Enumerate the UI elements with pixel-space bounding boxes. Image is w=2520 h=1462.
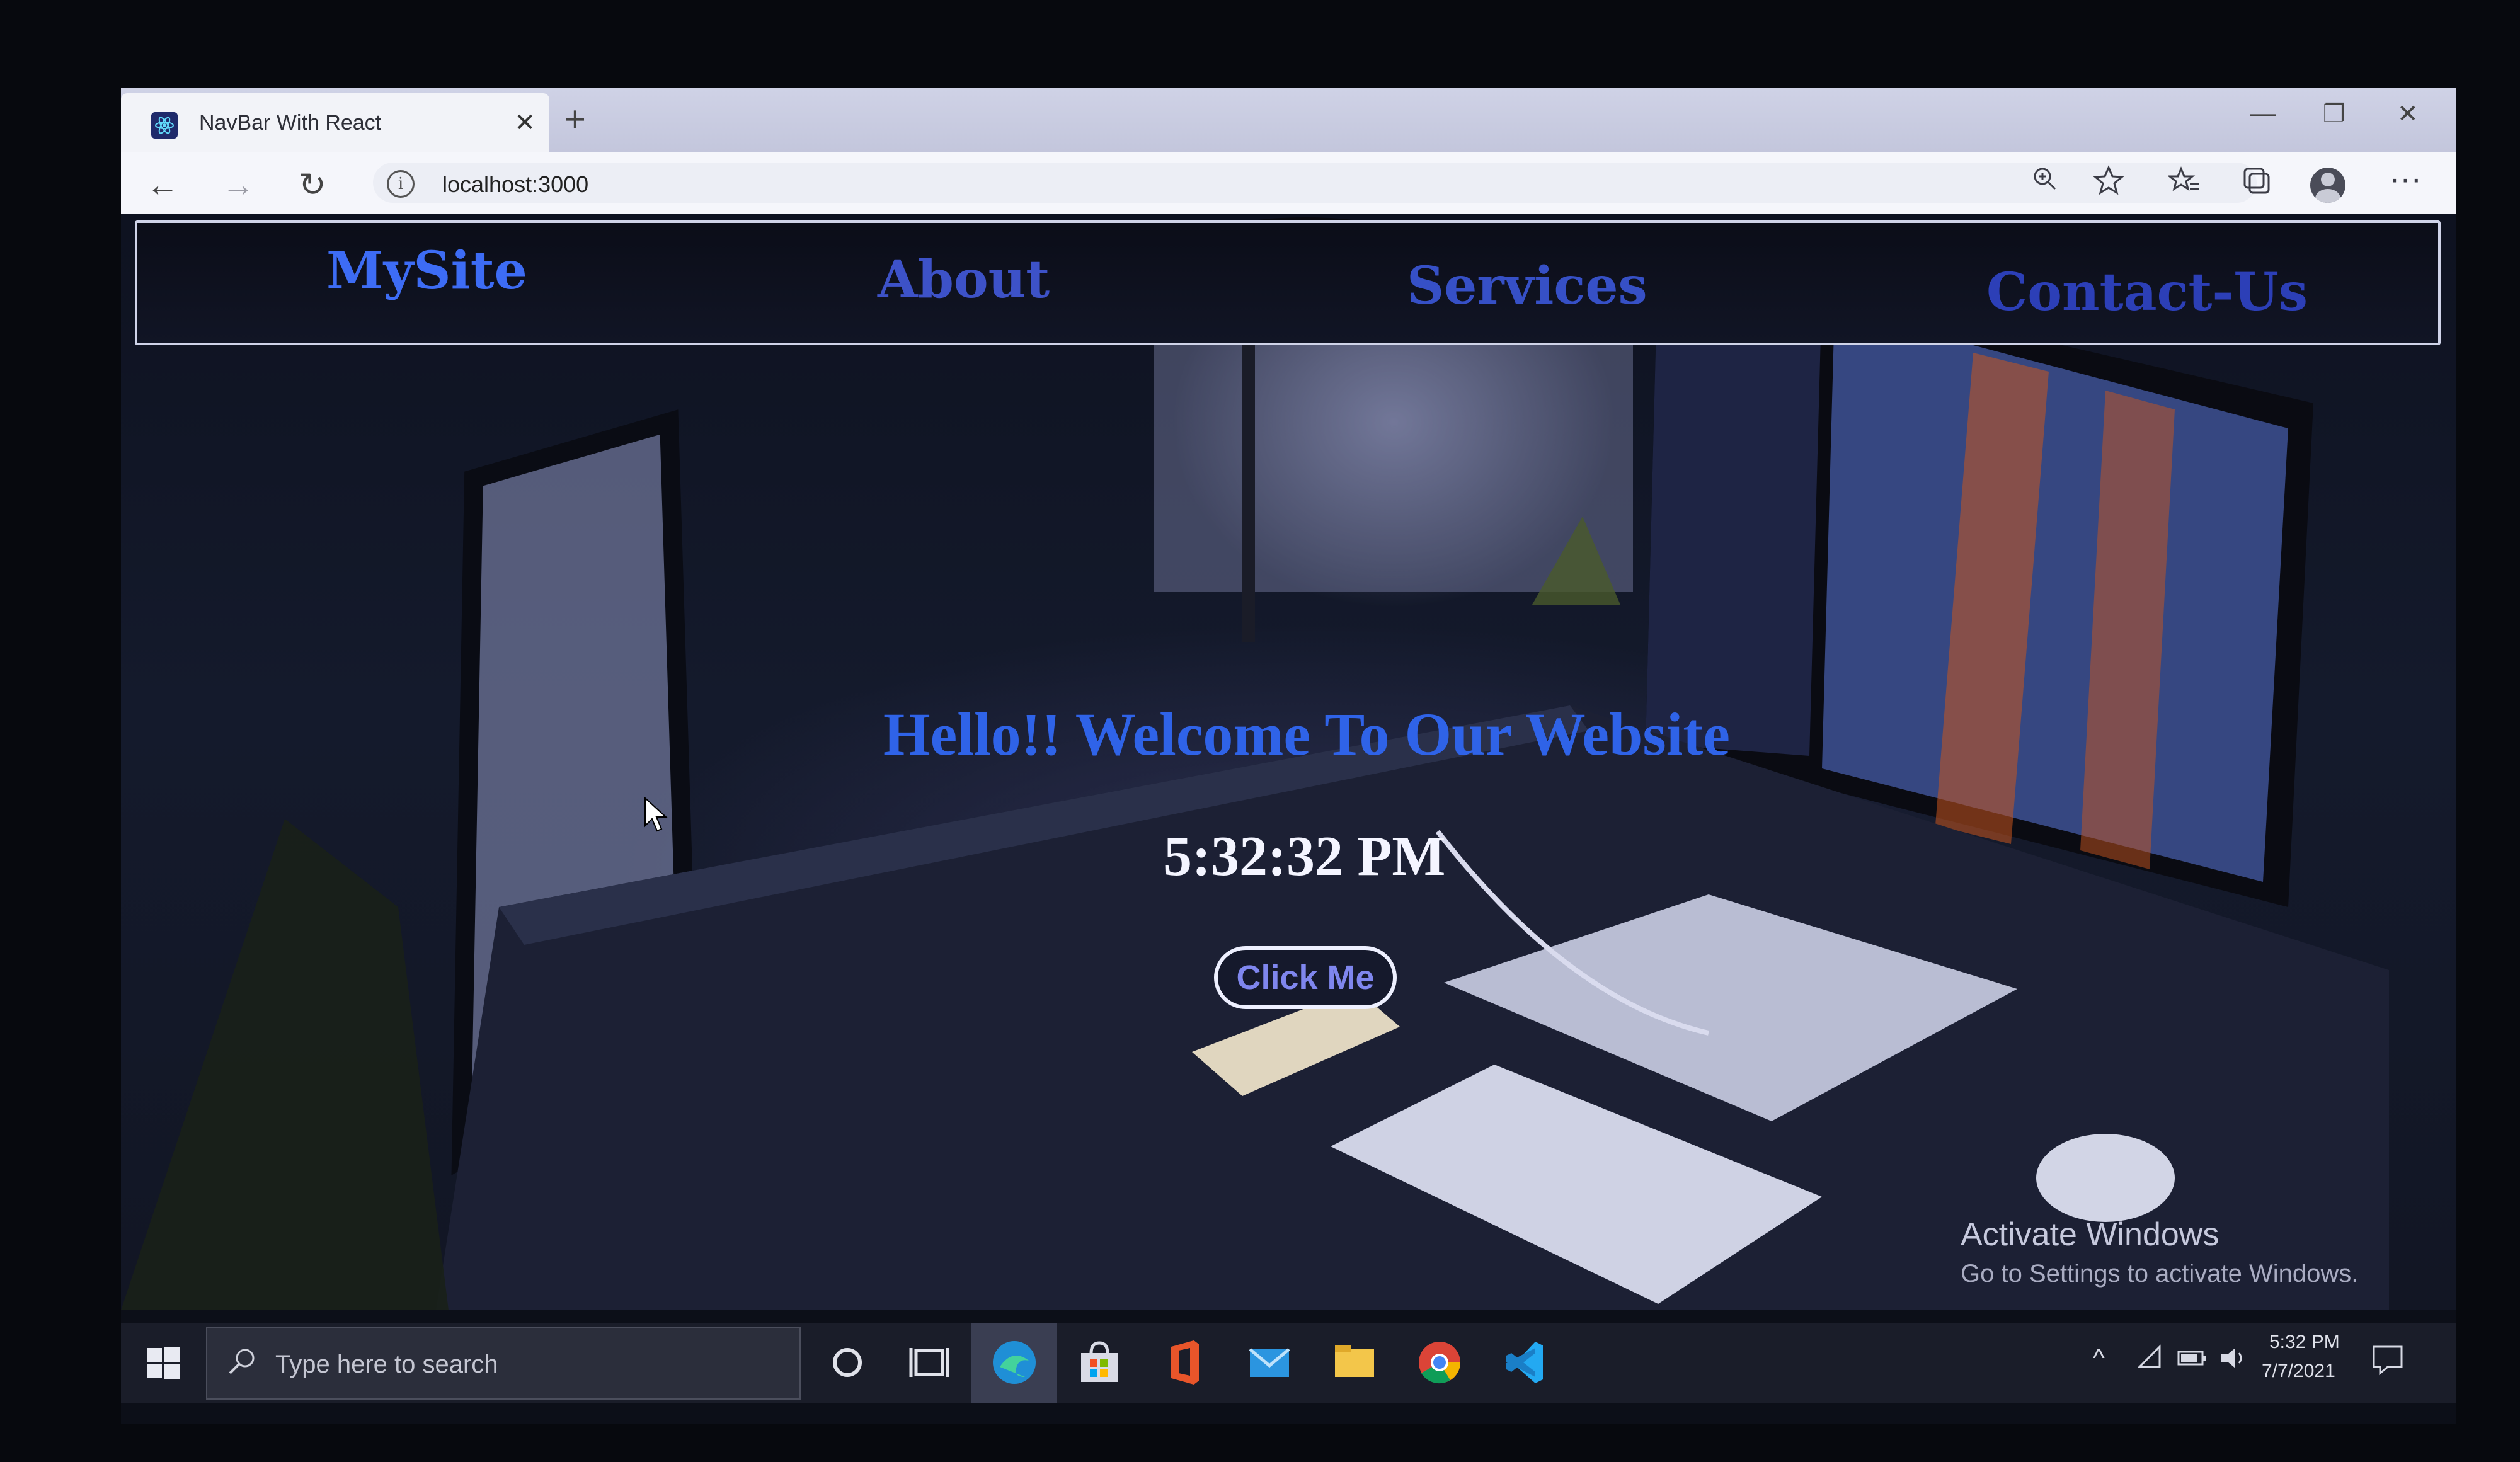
favorites-icon[interactable] xyxy=(2167,165,2200,204)
address-bar[interactable]: i localhost:3000 xyxy=(373,163,2257,203)
notification-center-icon[interactable] xyxy=(2370,1342,2405,1377)
zoom-icon[interactable] xyxy=(2031,165,2059,200)
nav-link-contact-us[interactable]: Contact-Us xyxy=(1986,262,2308,323)
tab-title: NavBar With React xyxy=(199,111,382,135)
browser-toolbar: ← → ↻ i localhost:3000 ··· xyxy=(121,152,2456,215)
close-tab-icon[interactable]: ✕ xyxy=(514,108,536,137)
address-text[interactable]: localhost:3000 xyxy=(442,171,588,198)
activate-windows-title: Activate Windows xyxy=(1961,1216,2219,1253)
store-icon[interactable] xyxy=(1072,1335,1126,1390)
monitor-screen: NavBar With React ✕ + — ❐ ✕ ← → ↻ i loca… xyxy=(121,88,2456,1424)
search-icon xyxy=(226,1345,258,1385)
task-view-icon[interactable] xyxy=(902,1335,956,1390)
reload-icon[interactable]: ↻ xyxy=(299,166,326,204)
site-info-icon[interactable]: i xyxy=(387,170,415,198)
browser-tab[interactable]: NavBar With React ✕ xyxy=(121,93,549,152)
office-icon[interactable] xyxy=(1157,1335,1211,1390)
nav-link-about[interactable]: About xyxy=(878,249,1050,310)
chevron-up-icon[interactable]: ^ xyxy=(2093,1344,2105,1373)
new-tab-button[interactable]: + xyxy=(564,98,586,140)
battery-icon[interactable] xyxy=(2176,1344,2208,1372)
brand-link[interactable]: MySite xyxy=(326,241,527,301)
network-icon[interactable] xyxy=(2137,1344,2165,1372)
minimize-window-icon[interactable]: — xyxy=(2250,100,2276,128)
profile-avatar[interactable] xyxy=(2310,168,2345,203)
more-icon[interactable]: ··· xyxy=(2389,160,2422,198)
forward-icon[interactable]: → xyxy=(222,166,255,204)
react-favicon-icon xyxy=(151,112,178,139)
site-navbar: MySite About Services Contact-Us xyxy=(135,220,2441,345)
mouse-cursor-icon xyxy=(644,797,668,832)
close-window-icon[interactable]: ✕ xyxy=(2397,100,2419,128)
back-icon[interactable]: ← xyxy=(146,166,179,204)
taskbar-date[interactable]: 7/7/2021 xyxy=(2262,1361,2335,1382)
edge-icon[interactable] xyxy=(987,1335,1041,1390)
mail-icon[interactable] xyxy=(1242,1335,1297,1390)
collections-icon[interactable] xyxy=(2241,165,2272,204)
taskbar-time[interactable]: 5:32 PM xyxy=(2269,1332,2340,1353)
windows-taskbar: Type here to search ^ 5:32 PM 7/7/2021 xyxy=(121,1323,2456,1403)
live-clock: 5:32:32 PM xyxy=(1164,825,1446,888)
add-favorite-icon[interactable] xyxy=(2093,165,2124,204)
hero-title: Hello!! Welcome To Our Website xyxy=(883,700,1730,768)
click-me-button[interactable]: Click Me xyxy=(1214,946,1397,1009)
activate-windows-subtitle: Go to Settings to activate Windows. xyxy=(1961,1260,2359,1288)
file-explorer-icon[interactable] xyxy=(1327,1335,1382,1390)
windows-start-icon[interactable] xyxy=(146,1345,181,1381)
vscode-icon[interactable] xyxy=(1498,1335,1552,1390)
nav-link-services[interactable]: Services xyxy=(1407,256,1647,316)
cortana-icon[interactable] xyxy=(820,1335,874,1390)
volume-icon[interactable] xyxy=(2219,1344,2250,1372)
search-placeholder: Type here to search xyxy=(275,1351,498,1378)
taskbar-search-box[interactable]: Type here to search xyxy=(206,1327,801,1400)
chrome-icon[interactable] xyxy=(1412,1335,1467,1390)
browser-tab-bar: NavBar With React ✕ + — ❐ ✕ xyxy=(121,88,2456,152)
restore-window-icon[interactable]: ❐ xyxy=(2323,100,2345,128)
page-viewport: MySite About Services Contact-Us Hello!!… xyxy=(121,214,2456,1310)
